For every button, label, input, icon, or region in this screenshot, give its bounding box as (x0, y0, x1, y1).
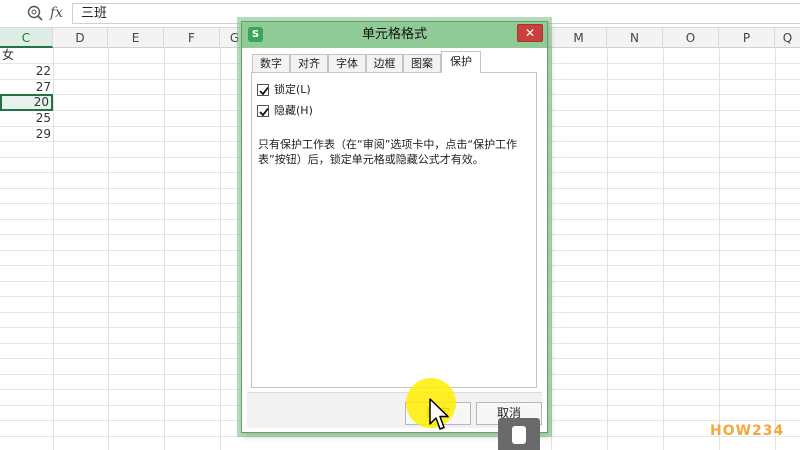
cell-c-value-1[interactable]: 22 (0, 64, 53, 79)
hidden-label: 隐藏(H) (274, 104, 313, 117)
tab-number[interactable]: 数字 (252, 54, 290, 72)
locked-checkbox[interactable] (257, 84, 269, 96)
locked-label: 锁定(L) (274, 83, 311, 96)
tab-pattern[interactable]: 图案 (403, 54, 441, 72)
watermark-text: HOW234 (710, 423, 785, 439)
column-header-c[interactable]: C (0, 28, 53, 48)
hidden-checkbox[interactable] (257, 105, 269, 117)
dialog-title-bar[interactable]: 单元格格式 S ✕ (242, 22, 547, 48)
column-header-n[interactable]: N (607, 28, 663, 48)
column-header-q[interactable]: Q (775, 28, 800, 48)
column-header-m[interactable]: M (551, 28, 607, 48)
protection-panel: 锁定(L) 隐藏(H) 只有保护工作表（在“审阅”选项卡中，点击“保护工作 表”… (251, 72, 537, 388)
format-cells-dialog: 单元格格式 S ✕ 数字 对齐 字体 边框 图案 保护 锁定(L) 隐藏(H) … (241, 21, 548, 433)
tab-border[interactable]: 边框 (366, 54, 403, 72)
protection-description: 只有保护工作表（在“审阅”选项卡中，点击“保护工作 表”按钮）后，锁定单元格或隐… (258, 137, 530, 167)
column-header-f[interactable]: F (164, 28, 220, 48)
usb-overlay-icon (498, 418, 540, 450)
close-button[interactable]: ✕ (517, 24, 543, 42)
tab-alignment[interactable]: 对齐 (290, 54, 328, 72)
locked-option[interactable]: 锁定(L) (257, 82, 377, 98)
description-line-2: 表”按钮）后，锁定单元格或隐藏公式才有效。 (258, 153, 484, 166)
watermark-logo: HOW234 (710, 423, 784, 439)
app-logo-icon: S (248, 27, 263, 42)
tab-font[interactable]: 字体 (328, 54, 366, 72)
dialog-title: 单元格格式 (361, 27, 427, 42)
hidden-option[interactable]: 隐藏(H) (257, 103, 377, 119)
column-header-d[interactable]: D (53, 28, 108, 48)
column-header-p[interactable]: P (719, 28, 775, 48)
cell-c-header[interactable]: 女 (0, 48, 53, 63)
description-line-1: 只有保护工作表（在“审阅”选项卡中，点击“保护工作 (258, 138, 518, 151)
cell-c-value-2[interactable]: 27 (0, 80, 53, 95)
cell-c-value-5[interactable]: 29 (0, 127, 53, 142)
cell-c-value-3-selected[interactable]: 20 (0, 94, 53, 111)
dialog-body: 数字 对齐 字体 边框 图案 保护 锁定(L) 隐藏(H) 只有保护工作表（在“… (247, 48, 542, 428)
zoom-icon[interactable] (26, 4, 46, 24)
tab-protection[interactable]: 保护 (441, 51, 481, 73)
cell-c-value-4[interactable]: 25 (0, 111, 53, 126)
function-icon[interactable]: fx (50, 5, 63, 21)
column-header-o[interactable]: O (663, 28, 719, 48)
column-header-e[interactable]: E (108, 28, 164, 48)
mouse-cursor-icon (429, 398, 451, 432)
